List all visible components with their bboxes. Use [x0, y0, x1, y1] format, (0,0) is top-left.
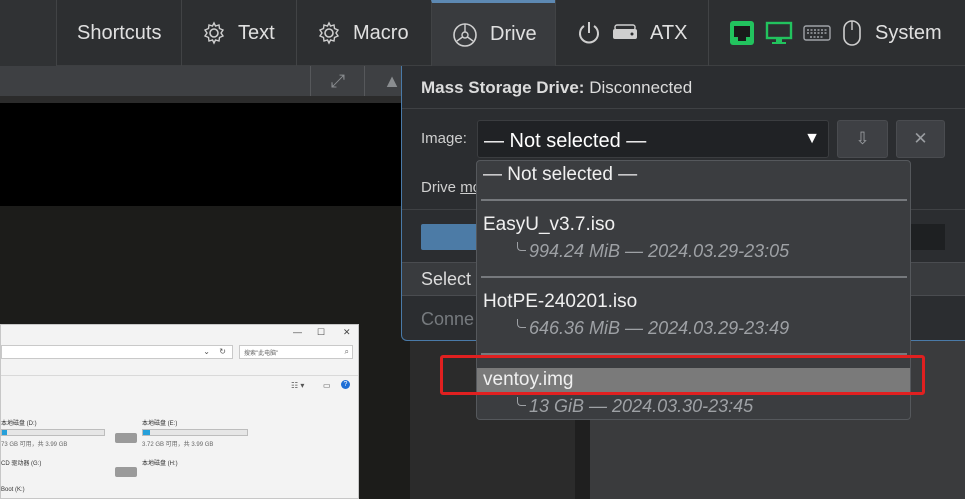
option-name: — Not selected — — [483, 164, 638, 185]
select-section-label: Select — [421, 269, 472, 289]
drive-label: 本地磁盘 (H:) — [142, 461, 178, 467]
menu-system[interactable]: System — [708, 0, 965, 66]
dropdown-option[interactable]: EasyU_v3.7.iso 994.24 MiB — 2024.03.29-2… — [477, 202, 910, 276]
maximize-icon[interactable]: ☐ — [317, 327, 325, 338]
option-divider — [481, 199, 907, 201]
search-input[interactable]: 搜索"此电脑" ⌕ — [239, 345, 353, 359]
help-icon[interactable]: ? — [341, 380, 350, 389]
image-select[interactable]: — Not selected — ▼ — [477, 120, 829, 158]
upload-button[interactable] — [421, 224, 481, 250]
dropdown-option-meta-row: 13 GiB — 2024.03.30-23:45 — [477, 393, 910, 419]
drive-usage-bar — [1, 429, 105, 436]
ethernet-icon — [730, 21, 754, 45]
file-explorer-window[interactable]: — ☐ ✕ ⌄ ↻ 搜索"此电脑" ⌕ ☷ ▾ ▭ ? 本地磁盘 (D:) 73… — [0, 324, 359, 499]
download-button[interactable]: ⇩ — [837, 120, 888, 158]
search-icon: ⌕ — [344, 347, 349, 356]
drive-label: 本地磁盘 (E:) — [142, 421, 178, 427]
drive-info: 3.72 GB 可用，共 3.99 GB — [142, 442, 214, 448]
drive-label: Boot (K:) — [1, 487, 25, 493]
drive-icon — [115, 433, 137, 443]
drive-label: 本地磁盘 (D:) — [1, 421, 37, 427]
download-icon: ⇩ — [855, 129, 870, 148]
option-meta: 994.24 MiB — 2024.03.29-23:05 — [529, 241, 790, 261]
address-bar[interactable]: ⌄ ↻ — [1, 345, 233, 359]
view-options-icon[interactable]: ☷ ▾ — [291, 381, 304, 390]
menu-system-label: System — [875, 21, 942, 44]
sub-arrow-icon — [517, 397, 526, 406]
sub-arrow-icon — [517, 319, 526, 328]
option-meta: 13 GiB — 2024.03.30-23:45 — [529, 396, 754, 416]
sub-arrow-icon — [517, 242, 526, 251]
option-name: EasyU_v3.7.iso — [483, 214, 616, 235]
drive-icon — [115, 467, 137, 477]
gear-icon — [203, 21, 225, 45]
drive-status: Disconnected — [589, 78, 693, 97]
drive-label: CD 驱动器 (G:) — [1, 461, 42, 467]
keyboard-icon — [803, 25, 831, 41]
menu-macro-label: Macro — [353, 21, 409, 44]
power-icon — [579, 22, 599, 44]
menu-shortcuts-label: Shortcuts — [77, 21, 162, 44]
hdd-icon — [613, 24, 637, 39]
mouse-icon — [843, 20, 861, 46]
drive-disc-icon — [453, 22, 477, 47]
menu-drive[interactable]: Drive — [431, 0, 555, 66]
image-select-value: — Not selected — — [484, 130, 647, 152]
menu-macro[interactable]: Macro — [296, 0, 431, 66]
dropdown-option[interactable]: HotPE-240201.iso 646.36 MiB — 2024.03.29… — [477, 279, 910, 353]
menu-text[interactable]: Text — [181, 0, 296, 66]
menu-text-label: Text — [238, 21, 275, 44]
chevron-down-icon[interactable]: ⌄ — [203, 347, 210, 356]
monitor-icon — [765, 21, 793, 44]
option-divider — [481, 276, 907, 278]
refresh-icon[interactable]: ↻ — [219, 347, 226, 356]
menubar-left-tab[interactable] — [0, 0, 57, 66]
image-label: Image: — [421, 130, 467, 147]
fullscreen-icon[interactable]: ⤢ — [310, 66, 365, 96]
panel-title-label: Mass Storage Drive: — [421, 78, 585, 97]
drive-info: 73 GB 可用，共 3.99 GB — [1, 442, 68, 448]
pane-icon[interactable]: ▭ — [323, 381, 331, 390]
minimize-icon[interactable]: — — [293, 327, 302, 337]
close-icon: ✕ — [913, 129, 928, 148]
panel-divider — [402, 108, 965, 109]
dropdown-option[interactable]: — Not selected — — [477, 161, 910, 197]
menu-atx-label: ATX — [650, 21, 688, 44]
drive-usage-bar — [142, 429, 248, 436]
remote-screen-black[interactable] — [0, 103, 410, 206]
caret-down-icon: ▼ — [804, 130, 820, 147]
explorer-toolbar-divider — [1, 375, 358, 376]
option-meta: 646.36 MiB — 2024.03.29-23:49 — [529, 318, 790, 338]
close-icon[interactable]: ✕ — [343, 327, 351, 338]
drive-mode-text: Drive — [421, 179, 457, 196]
option-name: HotPE-240201.iso — [483, 291, 638, 312]
menu-atx[interactable]: ATX — [555, 0, 708, 66]
gear-icon — [318, 21, 340, 45]
remove-image-button[interactable]: ✕ — [896, 120, 945, 158]
search-placeholder: 搜索"此电脑" — [244, 351, 279, 357]
annotation-highlight-box — [440, 355, 925, 395]
menubar: Shortcuts Text Macro Drive ATX System — [0, 0, 965, 66]
menu-shortcuts[interactable]: Shortcuts — [56, 0, 181, 66]
panel-title: Mass Storage Drive: Disconnected — [421, 78, 692, 98]
drive-mode-label: Drive mo — [421, 179, 481, 196]
menu-drive-label: Drive — [490, 23, 537, 45]
stream-window-titlebar: ⤢ ▲ — [0, 66, 410, 96]
connect-button[interactable]: Conne — [421, 309, 474, 330]
